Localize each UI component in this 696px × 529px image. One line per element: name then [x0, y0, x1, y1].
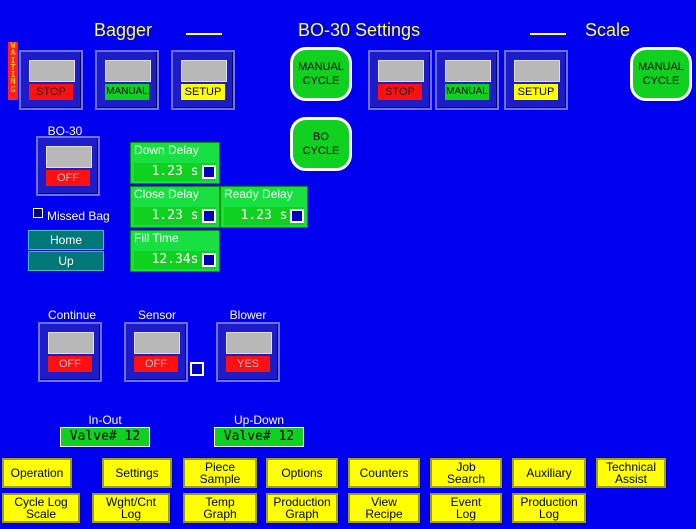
blower-toggle[interactable]: YES: [216, 322, 280, 382]
tab-job-search[interactable]: Job Search: [430, 458, 502, 488]
scale-manual-cycle-button[interactable]: MANUAL CYCLE: [630, 47, 692, 101]
ready-delay-box[interactable]: Ready Delay 1.23 s: [220, 186, 308, 228]
sensor-label: Sensor: [137, 308, 177, 322]
tab-view-recipe[interactable]: View Recipe: [348, 493, 420, 523]
sensor-toggle[interactable]: OFF: [124, 322, 188, 382]
scale-setup-button[interactable]: SETUP: [504, 50, 568, 110]
sensor-knob-icon[interactable]: [190, 362, 204, 376]
in-out-valve[interactable]: Valve# 12: [60, 427, 150, 447]
close-delay-knob-icon[interactable]: [202, 209, 216, 223]
up-button[interactable]: Up: [28, 251, 104, 271]
fill-time-knob-icon[interactable]: [202, 253, 216, 267]
blower-label: Blower: [229, 308, 267, 322]
tab-options[interactable]: Options: [266, 458, 338, 488]
tab-technical-assist[interactable]: Technical Assist: [596, 458, 666, 488]
bagger-setup-button[interactable]: SETUP: [171, 50, 235, 110]
sensor-state: OFF: [134, 356, 178, 372]
blower-state: YES: [226, 356, 270, 372]
up-down-label: Up-Down: [233, 413, 284, 427]
bo30-toggle[interactable]: OFF: [36, 136, 100, 196]
bagger-manual-button[interactable]: MANUAL: [95, 50, 159, 110]
tab-production-log[interactable]: Production Log: [512, 493, 586, 523]
scale-manual-button[interactable]: MANUAL: [435, 50, 499, 110]
bo-cycle-button[interactable]: BO CYCLE: [290, 117, 352, 171]
setup-label: SETUP: [181, 84, 225, 100]
bagger-manual-cycle-button[interactable]: MANUAL CYCLE: [290, 47, 352, 101]
continue-toggle[interactable]: OFF: [38, 322, 102, 382]
manual-label: MANUAL: [445, 84, 489, 100]
scale-stop-button[interactable]: STOP: [368, 50, 432, 110]
header-dash-right: [530, 33, 566, 35]
continue-label: Continue: [47, 308, 97, 322]
indicator: [378, 60, 424, 82]
tab-counters[interactable]: Counters: [348, 458, 420, 488]
down-delay-label: Down Delay: [134, 143, 199, 157]
header-dash-left: [186, 33, 222, 35]
header-bagger: Bagger: [94, 20, 153, 40]
missed-bag-indicator-icon: [33, 208, 43, 218]
indicator: [134, 332, 180, 354]
tab-cycle-log-scale[interactable]: Cycle Log Scale: [2, 493, 80, 523]
ready-delay-label: Ready Delay: [224, 187, 293, 201]
stop-label: STOP: [378, 84, 422, 100]
tab-wght-cnt-log[interactable]: Wght/Cnt Log: [92, 493, 170, 523]
up-down-valve[interactable]: Valve# 12: [214, 427, 304, 447]
ready-delay-knob-icon[interactable]: [290, 209, 304, 223]
setup-label: SETUP: [514, 84, 558, 100]
missed-bag-label: Missed Bag: [47, 209, 110, 223]
indicator: [514, 60, 560, 82]
down-delay-box[interactable]: Down Delay 1.23 s: [130, 142, 220, 184]
indicator: [105, 60, 151, 82]
tab-operation[interactable]: Operation: [2, 458, 72, 488]
indicator: [181, 60, 227, 82]
continue-state: OFF: [48, 356, 92, 372]
manual-label: MANUAL: [105, 84, 149, 100]
tab-auxiliary[interactable]: Auxiliary: [512, 458, 586, 488]
in-out-label: In-Out: [88, 413, 122, 427]
indicator: [445, 60, 491, 82]
indicator: [29, 60, 75, 82]
fill-time-label: Fill Time: [134, 231, 179, 245]
stop-label: STOP: [29, 84, 73, 100]
waiting-status: WAITING: [8, 41, 18, 100]
home-button[interactable]: Home: [28, 230, 104, 250]
close-delay-box[interactable]: Close Delay 1.23 s: [130, 186, 220, 228]
tab-production-graph[interactable]: Production Graph: [266, 493, 338, 523]
tab-piece-sample[interactable]: Piece Sample: [183, 458, 257, 488]
page-title: BO-30 Settings: [298, 20, 421, 40]
indicator: [48, 332, 94, 354]
tab-bar: Operation Settings Piece Sample Options …: [0, 453, 696, 529]
header-scale: Scale: [585, 20, 631, 40]
tab-event-log[interactable]: Event Log: [430, 493, 502, 523]
bo30-state: OFF: [46, 170, 90, 186]
down-delay-knob-icon[interactable]: [202, 165, 216, 179]
bagger-stop-button[interactable]: STOP: [19, 50, 83, 110]
fill-time-box[interactable]: Fill Time 12.34s: [130, 230, 220, 272]
tab-settings[interactable]: Settings: [102, 458, 172, 488]
indicator: [226, 332, 272, 354]
tab-temp-graph[interactable]: Temp Graph: [183, 493, 257, 523]
indicator: [46, 146, 92, 168]
close-delay-label: Close Delay: [134, 187, 199, 201]
